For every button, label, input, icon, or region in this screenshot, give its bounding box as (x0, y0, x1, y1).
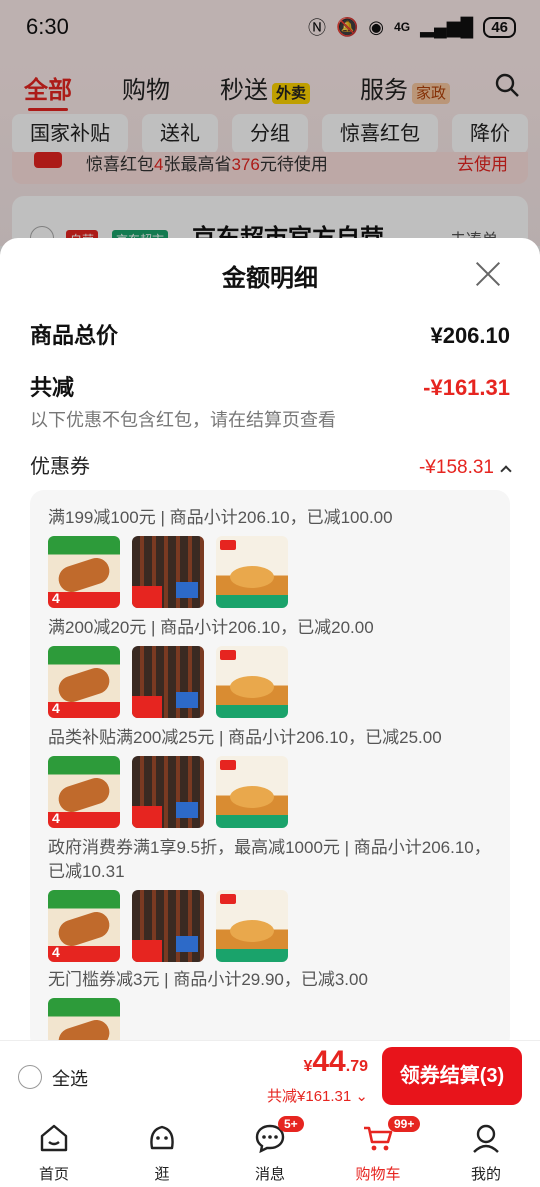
product-thumb-sausage[interactable] (48, 756, 120, 828)
overlay-scrim[interactable] (0, 0, 540, 260)
nav-profile[interactable]: 我的 (432, 1112, 540, 1187)
message-badge: 5+ (278, 1116, 304, 1132)
product-thumb-grilled-sausage[interactable] (132, 536, 204, 608)
coupon-group: 政府消费券满1享9.5折，最高减1000元 | 商品小计206.10，已减10.… (48, 836, 498, 962)
discount-value: -¥161.31 (423, 375, 510, 400)
total-price: ¥44.79 (303, 1045, 368, 1078)
nav-browse[interactable]: 逛 (108, 1112, 216, 1187)
nav-cart[interactable]: 99+ 购物车 (324, 1112, 432, 1187)
close-icon[interactable] (474, 260, 502, 288)
product-thumbs (48, 998, 498, 1040)
saved-amount[interactable]: 共减¥161.31 ⌄ (267, 1085, 368, 1106)
product-thumb-popcorn-chicken[interactable] (216, 756, 288, 828)
coupon-group-desc: 满199减100元 | 商品小计206.10，已减100.00 (48, 508, 393, 527)
nav-home[interactable]: 首页 (0, 1112, 108, 1187)
browse-icon (150, 1125, 174, 1150)
home-icon (40, 1124, 68, 1152)
product-thumbs (48, 890, 498, 962)
product-thumb-grilled-sausage[interactable] (132, 756, 204, 828)
product-thumbs (48, 646, 498, 718)
product-thumb-popcorn-chicken[interactable] (216, 536, 288, 608)
coupon-group: 满199减100元 | 商品小计206.10，已减100.00 (48, 506, 498, 608)
coupon-value-wrap: -¥158.31 (418, 457, 512, 479)
product-thumb-sausage[interactable] (48, 890, 120, 962)
nav-message-label: 消息 (254, 1166, 285, 1183)
chevron-up-icon[interactable] (500, 465, 512, 477)
coupon-group-desc: 品类补贴满200减25元 | 商品小计206.10，已减25.00 (48, 728, 442, 747)
chevron-down-icon: ⌄ (355, 1088, 368, 1105)
product-thumb-sausage[interactable] (48, 536, 120, 608)
coupon-value: -¥158.31 (418, 457, 494, 478)
coupon-detail-panel: 满199减100元 | 商品小计206.10，已减100.00 满200减20元… (30, 490, 510, 1040)
discount-note: 以下优惠不包含红包，请在结算页查看 (30, 410, 336, 430)
profile-icon (473, 1124, 499, 1153)
bottom-nav: 首页 逛 5+ 消息 99+ 购物车 我的 (0, 1112, 540, 1187)
coupon-group-desc: 无门槛券减3元 | 商品小计29.90，已减3.00 (48, 970, 368, 989)
checkout-bar: 全选 ¥44.79 共减¥161.31 ⌄ 领券结算(3) (0, 1040, 540, 1112)
nav-browse-label: 逛 (154, 1166, 170, 1183)
coupon-row[interactable]: 优惠券 -¥158.31 (30, 450, 512, 479)
product-thumb-popcorn-chicken[interactable] (216, 890, 288, 962)
cart-badge: 99+ (388, 1116, 421, 1132)
product-thumb-sausage[interactable] (48, 646, 120, 718)
nav-cart-label: 购物车 (355, 1166, 401, 1183)
coupon-group-desc: 政府消费券满1享9.5折，最高减1000元 | 商品小计206.10，已减10.… (48, 838, 491, 881)
coupon-group-desc: 满200减20元 | 商品小计206.10，已减20.00 (48, 618, 374, 637)
nav-home-label: 首页 (38, 1166, 69, 1183)
sheet-title: 金额明细 (222, 265, 318, 292)
nav-profile-label: 我的 (470, 1166, 501, 1183)
amount-detail-sheet: 金额明细 商品总价 ¥206.10 共减 -¥161.31 以下优惠不包含红包，… (0, 238, 540, 1040)
product-thumb-sausage[interactable] (48, 998, 120, 1040)
product-thumb-grilled-sausage[interactable] (132, 646, 204, 718)
total-row: 商品总价 ¥206.10 (30, 318, 510, 350)
discount-row: 共减 -¥161.31 (30, 370, 510, 402)
product-thumb-grilled-sausage[interactable] (132, 890, 204, 962)
coupon-group: 满200减20元 | 商品小计206.10，已减20.00 (48, 616, 498, 718)
product-thumbs (48, 756, 498, 828)
total-value: ¥206.10 (430, 323, 510, 348)
nav-message[interactable]: 5+ 消息 (216, 1112, 324, 1187)
select-all-radio[interactable] (18, 1065, 42, 1089)
coupon-group: 无门槛券减3元 | 商品小计29.90，已减3.00 (48, 968, 498, 1040)
select-all-label[interactable]: 全选 (52, 1065, 88, 1091)
coupon-group: 品类补贴满200减25元 | 商品小计206.10，已减25.00 (48, 726, 498, 828)
checkout-button[interactable]: 领券结算(3) (382, 1047, 522, 1105)
product-thumbs (48, 536, 498, 608)
discount-label: 共减 (30, 375, 75, 400)
product-thumb-popcorn-chicken[interactable] (216, 646, 288, 718)
total-label: 商品总价 (30, 323, 119, 348)
coupon-label: 优惠券 (30, 456, 90, 478)
